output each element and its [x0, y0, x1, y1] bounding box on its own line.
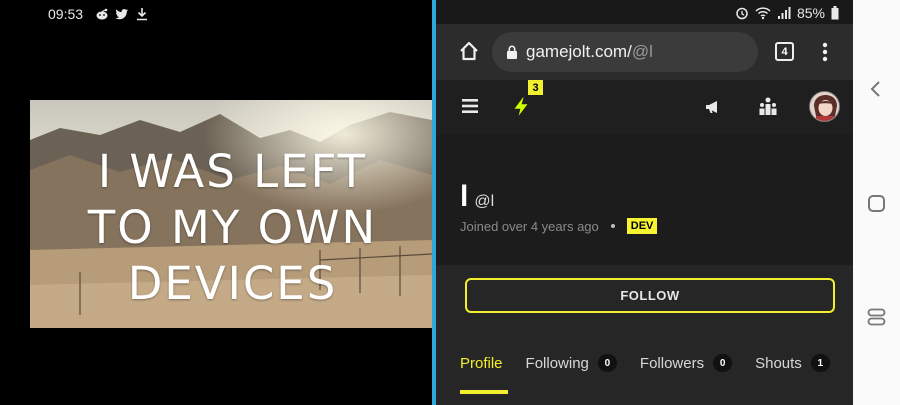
back-icon[interactable] — [869, 80, 883, 98]
video-caption: I WAS LEFT TO MY OWN DEVICES — [30, 144, 432, 312]
reddit-icon — [96, 8, 108, 20]
caption-line-2: TO MY OWN — [87, 201, 378, 254]
address-bar[interactable]: gamejolt.com/@l — [492, 32, 758, 72]
avatar-image — [810, 92, 839, 121]
twitter-icon — [115, 9, 129, 20]
tab-profile[interactable]: Profile — [460, 352, 503, 374]
caption-line-3: DEVICES — [127, 257, 338, 310]
status-bar-left: 09:53 — [48, 5, 149, 23]
follow-button[interactable]: FOLLOW — [465, 278, 835, 313]
overflow-menu-icon[interactable] — [820, 41, 830, 63]
url-domain: gamejolt.com/ — [526, 42, 632, 61]
home-nav-icon[interactable] — [868, 195, 885, 212]
profile-display-name: l — [460, 180, 469, 213]
tab-count: 0 — [713, 354, 733, 372]
tab-following[interactable]: Following 0 — [526, 352, 617, 374]
profile-tabs: Profile Following 0 Followers 0 Shouts 1… — [460, 352, 853, 374]
megaphone-icon[interactable] — [704, 98, 722, 116]
right-pane-browser: 85% gamejolt.com/@l 4 3 l @l Joined over… — [436, 0, 853, 405]
joined-text: Joined over 4 years ago — [460, 218, 599, 234]
user-avatar[interactable] — [809, 91, 840, 122]
download-icon — [137, 8, 148, 21]
dev-badge: DEV — [626, 218, 658, 234]
active-tab-indicator — [460, 390, 508, 394]
left-pane: 09:53 I WAS LEFT TO MY OWN DEVICES — [0, 0, 432, 405]
tab-label: Shouts — [755, 354, 802, 372]
tab-label: Followers — [639, 354, 705, 372]
battery-percent: 85% — [796, 5, 825, 21]
status-bar-right: 85% — [735, 4, 839, 22]
tab-shouts[interactable]: Shouts 1 — [755, 352, 830, 374]
video-player[interactable]: I WAS LEFT TO MY OWN DEVICES — [30, 100, 432, 328]
hamburger-menu-icon[interactable] — [462, 99, 478, 113]
tab-switcher-button[interactable]: 4 — [775, 42, 794, 61]
url-path: @l — [631, 42, 653, 61]
tab-count: 0 — [597, 354, 617, 372]
wifi-icon — [755, 7, 771, 20]
browser-toolbar: gamejolt.com/@l 4 — [436, 24, 853, 80]
tab-label: Following — [525, 354, 589, 372]
profile-header: l @l Joined over 4 years ago DEV — [436, 134, 853, 265]
caption-line-1: I WAS LEFT — [97, 145, 368, 198]
notification-count-badge: 3 — [528, 80, 543, 95]
signal-icon — [777, 7, 791, 19]
profile-actions: FOLLOW Profile Following 0 Followers 0 S… — [436, 265, 853, 405]
tab-followers[interactable]: Followers 0 — [639, 352, 733, 374]
status-time: 09:53 — [48, 6, 84, 22]
leaderboard-podium-icon[interactable] — [758, 96, 778, 116]
url-text: gamejolt.com/@l — [526, 42, 653, 62]
tab-count: 1 — [810, 354, 830, 372]
system-nav-bar — [853, 0, 900, 405]
profile-meta: Joined over 4 years ago DEV — [460, 218, 658, 234]
separator-dot — [610, 224, 615, 228]
profile-name-line: l @l — [460, 182, 494, 212]
home-icon[interactable] — [458, 40, 480, 62]
alarm-icon — [736, 7, 748, 20]
profile-username: @l — [474, 193, 495, 210]
activity-bolt-icon[interactable] — [512, 96, 530, 118]
gamejolt-navbar: 3 — [436, 80, 853, 134]
tab-label: Profile — [460, 354, 503, 372]
battery-icon — [831, 6, 839, 20]
recent-apps-icon[interactable] — [867, 308, 886, 326]
lock-icon — [507, 45, 517, 59]
